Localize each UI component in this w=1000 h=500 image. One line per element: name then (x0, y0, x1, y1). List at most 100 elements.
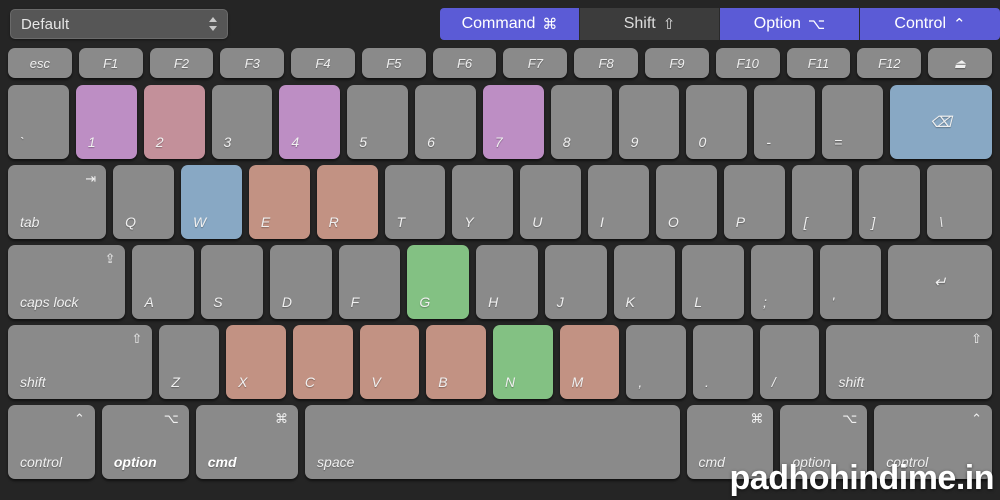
stepper-arrows-icon[interactable] (207, 14, 219, 34)
key-f1[interactable]: F1 (78, 48, 143, 78)
key-0[interactable]: 0 (686, 85, 748, 159)
modifier-option[interactable]: Option ⌥ (720, 8, 860, 40)
toolbar: Default Command ⌘ Shift ⇧ Option ⌥ Control ⌃ (0, 0, 1000, 48)
key-7-label: 7 (494, 134, 503, 150)
key-f9[interactable]: F9 (645, 48, 709, 78)
key-backtick[interactable]: ` (8, 85, 69, 159)
key-f12[interactable]: F12 (857, 48, 922, 78)
key-control-right-label: control (886, 454, 929, 470)
key-slash[interactable]: / (759, 325, 820, 399)
key-6[interactable]: 6 (415, 85, 476, 159)
key-f7[interactable]: F7 (503, 48, 568, 78)
key-equals-label: = (834, 134, 843, 150)
key-q[interactable]: Q (113, 165, 174, 239)
key-2[interactable]: 2 (143, 85, 205, 159)
key-minus[interactable]: - (754, 85, 816, 159)
key-delete[interactable]: ⌫ (889, 85, 993, 159)
key-s[interactable]: S (201, 245, 263, 319)
preset-select[interactable]: Default (10, 9, 228, 39)
key-f6-label: F6 (456, 55, 473, 71)
key-c[interactable]: C (292, 325, 353, 399)
key-backslash[interactable]: \ (927, 165, 993, 239)
key-control-right[interactable]: ⌃ control (874, 405, 992, 479)
key-f4-label: F4 (315, 55, 331, 71)
modifier-glyph-icon: ⌃ (953, 16, 966, 33)
key-f[interactable]: F (338, 245, 401, 319)
key-control-right-corner-icon: ⌃ (971, 411, 982, 426)
key-eject[interactable]: ⏏ (928, 48, 992, 78)
key-5[interactable]: 5 (347, 85, 409, 159)
key-tab[interactable]: ⇥ tab (8, 165, 107, 239)
key-cmd-left[interactable]: ⌘ cmd (195, 405, 299, 479)
key-o[interactable]: O (655, 165, 717, 239)
key-space[interactable]: space (305, 405, 680, 479)
key-1[interactable]: 1 (75, 85, 137, 159)
key-f2[interactable]: F2 (149, 48, 214, 78)
shift-row: ⇧ shift Z X C V B N M,. / ⇧ shift (0, 325, 1000, 399)
key-i[interactable]: I (588, 165, 649, 239)
key-5-label: 5 (359, 134, 368, 150)
keyboard: esc F1 F2 F3 F4 F5 F6 F7 F8 F9 F10 F11 F12 ⏏ ` 1 2 3 4 5 6 7 8… (0, 48, 1000, 485)
key-f4[interactable]: F4 (291, 48, 355, 78)
key-f8[interactable]: F8 (574, 48, 639, 78)
key-b[interactable]: B (426, 325, 486, 399)
key-bracket-right[interactable]: ] (859, 165, 921, 239)
key-option-left[interactable]: ⌥ option (101, 405, 189, 479)
key-esc[interactable]: esc (8, 48, 72, 78)
key-x[interactable]: X (226, 325, 286, 399)
key-u[interactable]: U (520, 165, 582, 239)
key-l[interactable]: L (682, 245, 744, 319)
key-z[interactable]: Z (159, 325, 220, 399)
key-bracket-left[interactable]: [ (791, 165, 853, 239)
key-p[interactable]: P (723, 165, 785, 239)
key-j[interactable]: J (544, 245, 607, 319)
key-m[interactable]: M (559, 325, 620, 399)
modifier-label: Command (461, 15, 536, 32)
modifier-shift[interactable]: Shift ⇧ (580, 8, 720, 40)
key-return[interactable]: ↵ (888, 245, 992, 319)
key-v[interactable]: V (359, 325, 420, 399)
modifier-control[interactable]: Control ⌃ (860, 8, 1000, 40)
key-cmd-right[interactable]: ⌘ cmd (686, 405, 774, 479)
key-equals[interactable]: = (822, 85, 883, 159)
key-comma[interactable]: , (626, 325, 687, 399)
key-shift-right[interactable]: ⇧ shift (826, 325, 993, 399)
key-f11[interactable]: F11 (786, 48, 851, 78)
key-w[interactable]: W (180, 165, 242, 239)
key-period[interactable]: . (693, 325, 753, 399)
key-8[interactable]: 8 (550, 85, 612, 159)
modifier-command[interactable]: Command ⌘ (440, 8, 580, 40)
key-f6[interactable]: F6 (432, 48, 497, 78)
key-k[interactable]: K (613, 245, 676, 319)
key-option-right[interactable]: ⌥ option (780, 405, 868, 479)
key-4[interactable]: 4 (279, 85, 341, 159)
key-g[interactable]: G (407, 245, 470, 319)
key-shift-left[interactable]: ⇧ shift (8, 325, 153, 399)
key-f10[interactable]: F10 (715, 48, 780, 78)
key-shift-left-label: shift (20, 374, 46, 390)
key-r[interactable]: R (316, 165, 378, 239)
key-7[interactable]: 7 (482, 85, 544, 159)
key-t[interactable]: T (384, 165, 446, 239)
key-semicolon[interactable]: ; (750, 245, 813, 319)
key-a[interactable]: A (132, 245, 195, 319)
key-f5[interactable]: F5 (361, 48, 426, 78)
key-w-label: W (192, 214, 207, 230)
key-f11-label: F11 (807, 55, 830, 71)
key-9-label: 9 (630, 134, 639, 150)
key-quote[interactable]: ' (819, 245, 882, 319)
key-control-left[interactable]: ⌃ control (8, 405, 95, 479)
modifier-label: Option (753, 15, 801, 32)
key-h[interactable]: H (476, 245, 538, 319)
key-n[interactable]: N (492, 325, 553, 399)
key-9[interactable]: 9 (618, 85, 680, 159)
key-e[interactable]: E (248, 165, 310, 239)
modifier-glyph-icon: ⌘ (542, 16, 558, 33)
key-t-label: T (396, 214, 406, 230)
key-caps-lock[interactable]: ⇪ caps lock (8, 245, 126, 319)
key-y-label: Y (464, 214, 474, 230)
key-3[interactable]: 3 (211, 85, 273, 159)
key-f3[interactable]: F3 (220, 48, 285, 78)
key-d[interactable]: D (269, 245, 332, 319)
key-y[interactable]: Y (452, 165, 514, 239)
